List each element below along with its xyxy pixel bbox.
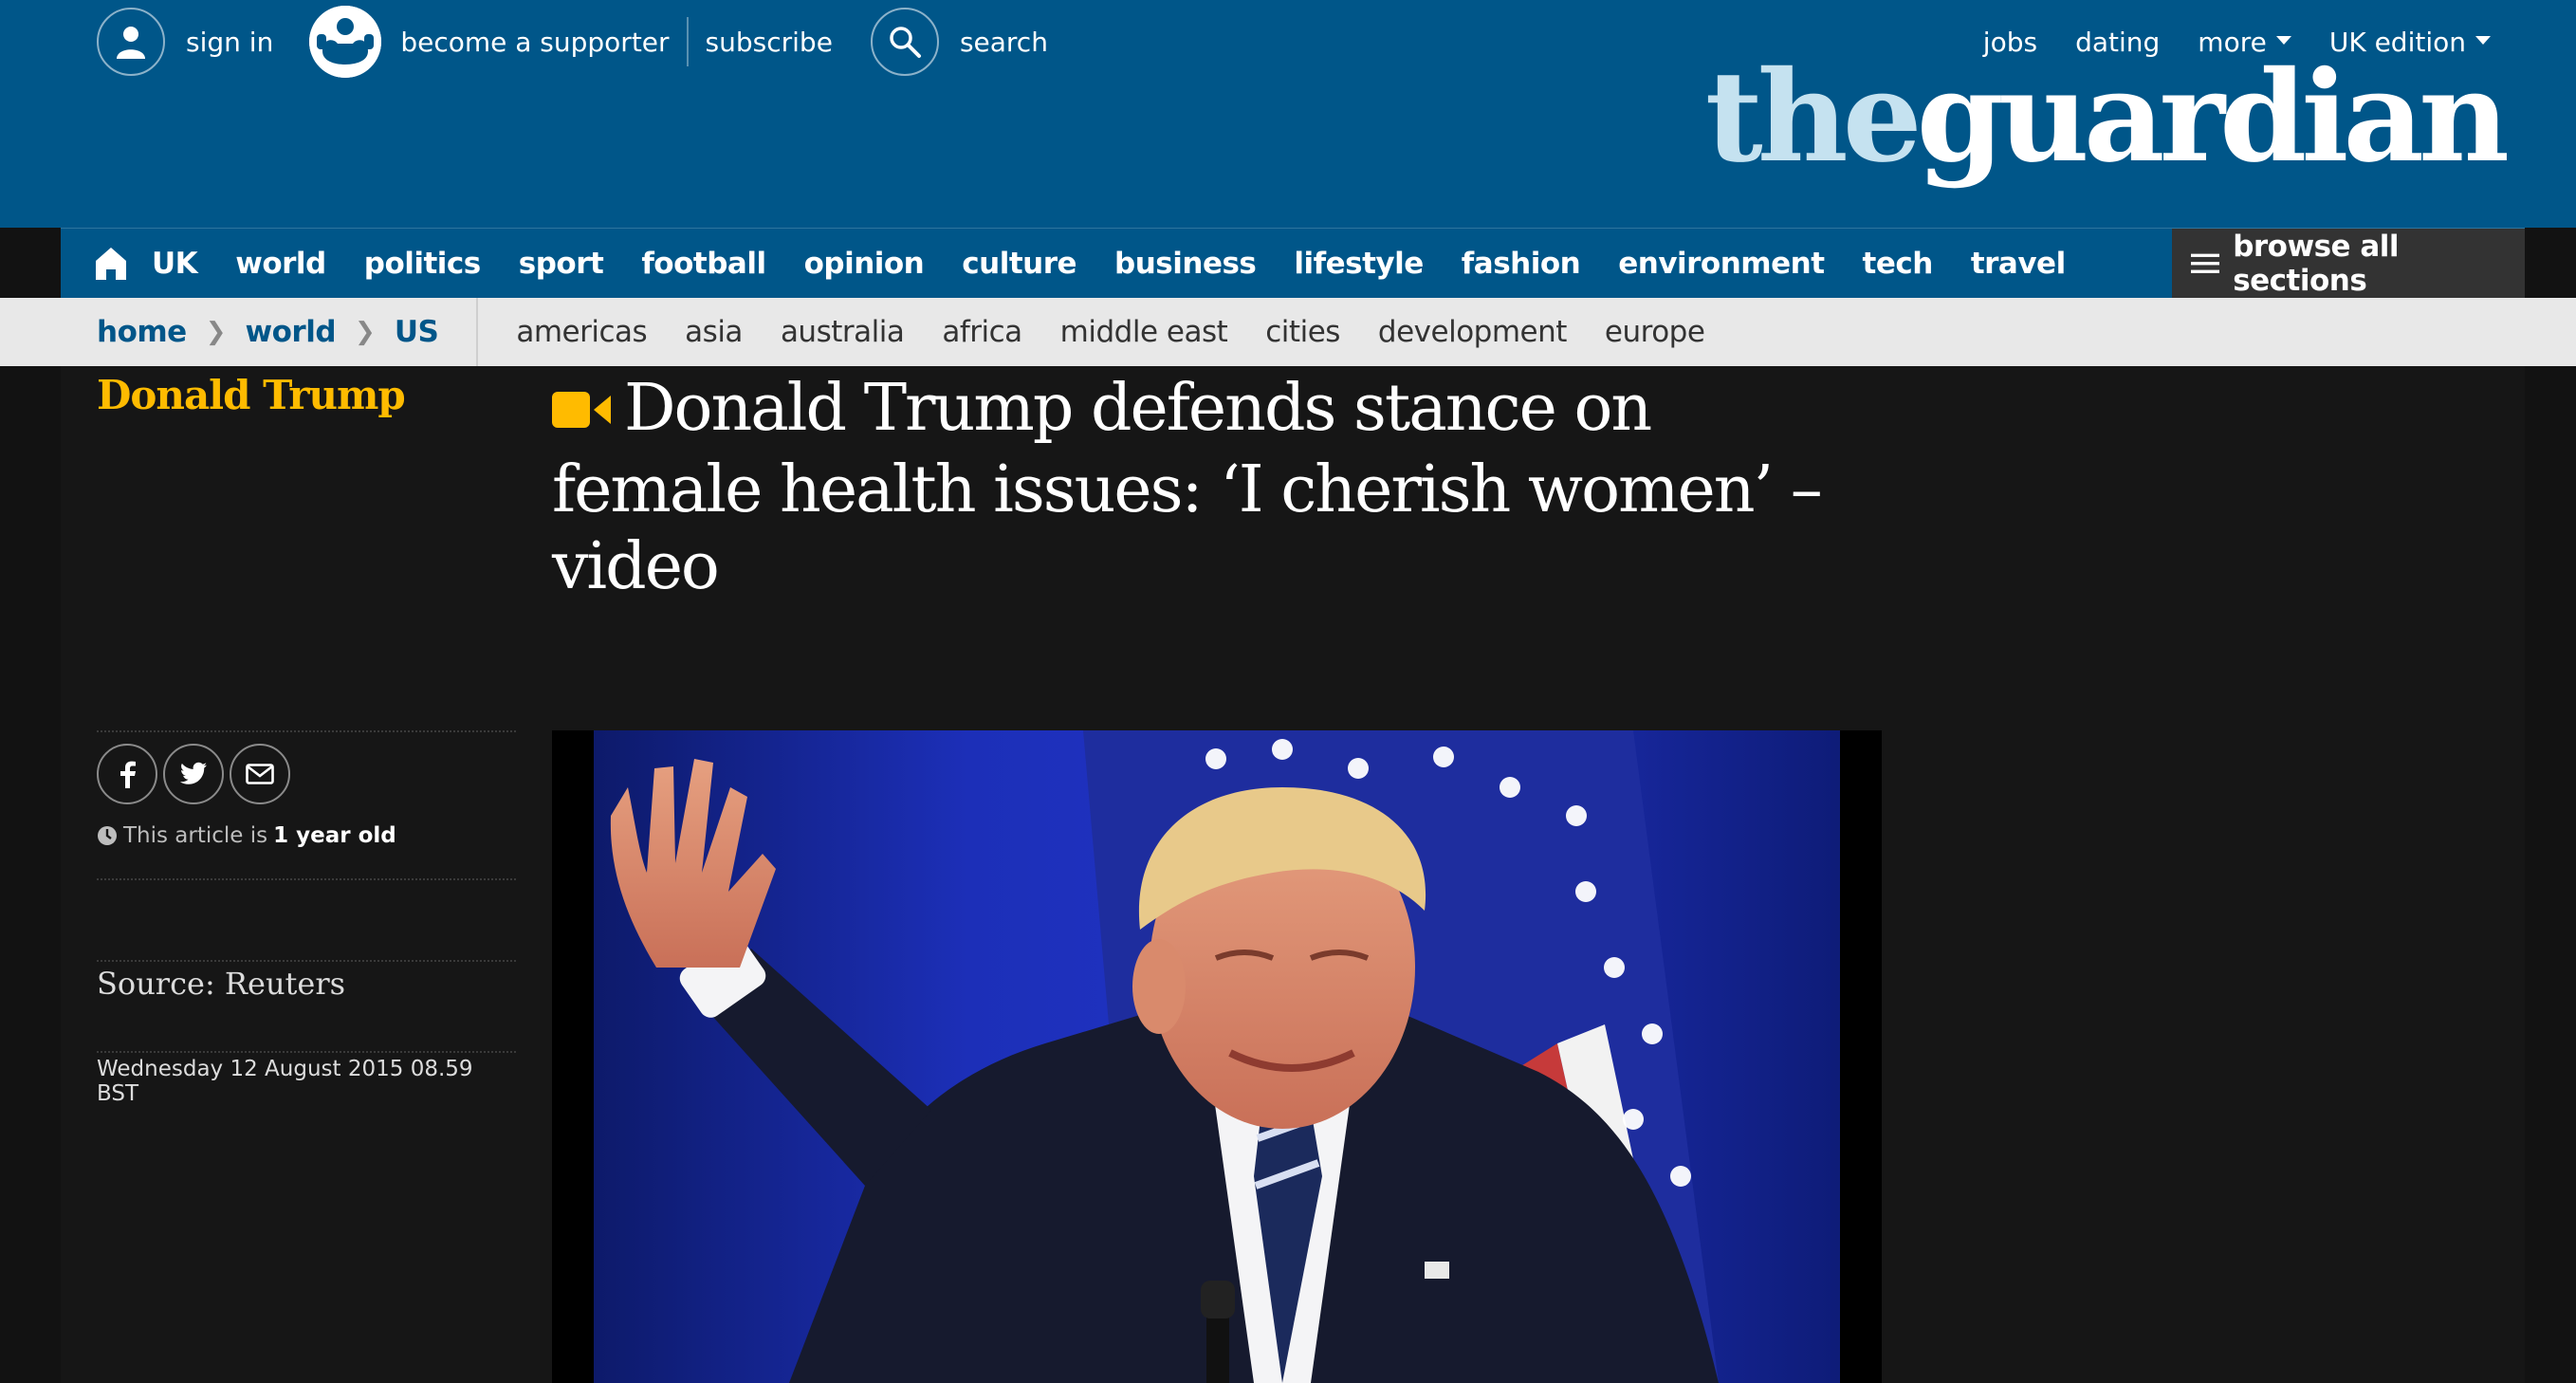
meta-rule-2 bbox=[97, 878, 516, 880]
search-link[interactable]: search bbox=[960, 27, 1048, 58]
browse-all-label: browse all sections bbox=[2233, 230, 2400, 298]
breadcrumb-world[interactable]: world bbox=[246, 315, 337, 349]
subnav-asia[interactable]: asia bbox=[685, 315, 743, 349]
twitter-icon[interactable] bbox=[163, 744, 224, 804]
subnav-europe[interactable]: europe bbox=[1605, 315, 1705, 349]
subnav-development[interactable]: development bbox=[1378, 315, 1568, 349]
home-icon[interactable] bbox=[95, 247, 127, 281]
section-tag[interactable]: Donald Trump bbox=[97, 372, 406, 418]
nav-item-opinion[interactable]: opinion bbox=[804, 247, 925, 281]
nav-item-culture[interactable]: culture bbox=[962, 247, 1076, 281]
video-still bbox=[552, 730, 1882, 1383]
email-icon[interactable] bbox=[230, 744, 290, 804]
guardian-logo[interactable]: theguardian bbox=[1705, 55, 2510, 180]
article-age-value: 1 year old bbox=[273, 823, 396, 848]
hamburger-icon bbox=[2191, 253, 2220, 273]
subnav-cities[interactable]: cities bbox=[1265, 315, 1340, 349]
nav-item-football[interactable]: football bbox=[641, 247, 766, 281]
meta-rule-4 bbox=[97, 1051, 516, 1053]
facebook-icon[interactable] bbox=[97, 744, 157, 804]
chevron-right-icon: ❯ bbox=[205, 318, 227, 346]
subnav-australia[interactable]: australia bbox=[781, 315, 905, 349]
supporter-icon[interactable] bbox=[309, 6, 382, 78]
publication-date: Wednesday 12 August 2015 08.59 BST bbox=[97, 1057, 473, 1106]
topbar-divider bbox=[686, 17, 689, 66]
article-age: This article is 1 year old bbox=[97, 823, 516, 848]
primary-nav: UK world politics sport football opinion… bbox=[61, 228, 2525, 299]
nav-item-politics[interactable]: politics bbox=[364, 247, 482, 281]
breadcrumb-us[interactable]: US bbox=[395, 315, 439, 349]
browse-all-sections-button[interactable]: browse all sections bbox=[2172, 229, 2525, 299]
nav-item-business[interactable]: business bbox=[1114, 247, 1257, 281]
nav-item-tech[interactable]: tech bbox=[1863, 247, 1934, 281]
subscribe-link[interactable]: subscribe bbox=[706, 27, 833, 58]
nav-item-fashion[interactable]: fashion bbox=[1462, 247, 1581, 281]
breadcrumb: home ❯ world ❯ US bbox=[0, 298, 479, 366]
article-source: Source: Reuters bbox=[97, 966, 346, 1002]
user-icon[interactable] bbox=[97, 8, 165, 76]
subnav-africa[interactable]: africa bbox=[942, 315, 1022, 349]
masthead: sign in become a supporter subscribe sea… bbox=[0, 0, 2576, 228]
clock-icon bbox=[98, 826, 117, 845]
video-icon bbox=[552, 370, 613, 446]
meta-rule-top bbox=[97, 730, 516, 732]
subnav-americas[interactable]: americas bbox=[516, 315, 647, 349]
nav-item-uk[interactable]: UK bbox=[152, 247, 198, 281]
meta-rule-3 bbox=[97, 960, 516, 962]
sub-nav: home ❯ world ❯ US americas asia australi… bbox=[0, 298, 2576, 366]
article-age-prefix: This article is bbox=[123, 823, 268, 848]
breadcrumb-home[interactable]: home bbox=[97, 315, 187, 349]
nav-item-lifestyle[interactable]: lifestyle bbox=[1294, 247, 1424, 281]
headline-text: Donald Trump defends stance on female he… bbox=[552, 371, 1823, 604]
nav-item-world[interactable]: world bbox=[235, 247, 326, 281]
logo-the: the bbox=[1704, 44, 1923, 191]
nav-item-sport[interactable]: sport bbox=[519, 247, 604, 281]
subnav-middle-east[interactable]: middle east bbox=[1060, 315, 1228, 349]
top-utility-bar: sign in become a supporter subscribe sea… bbox=[97, 6, 1048, 78]
chevron-right-icon: ❯ bbox=[355, 318, 376, 346]
video-player[interactable] bbox=[552, 730, 1882, 1383]
logo-guardian: guardian bbox=[1916, 44, 2510, 191]
nav-item-environment[interactable]: environment bbox=[1618, 247, 1825, 281]
share-buttons bbox=[97, 744, 516, 804]
nav-item-travel[interactable]: travel bbox=[1971, 247, 2066, 281]
search-icon[interactable] bbox=[870, 8, 939, 76]
become-supporter-link[interactable]: become a supporter bbox=[400, 27, 669, 58]
page-title: Donald Trump defends stance on female he… bbox=[552, 370, 1823, 605]
sign-in-link[interactable]: sign in bbox=[186, 27, 273, 58]
